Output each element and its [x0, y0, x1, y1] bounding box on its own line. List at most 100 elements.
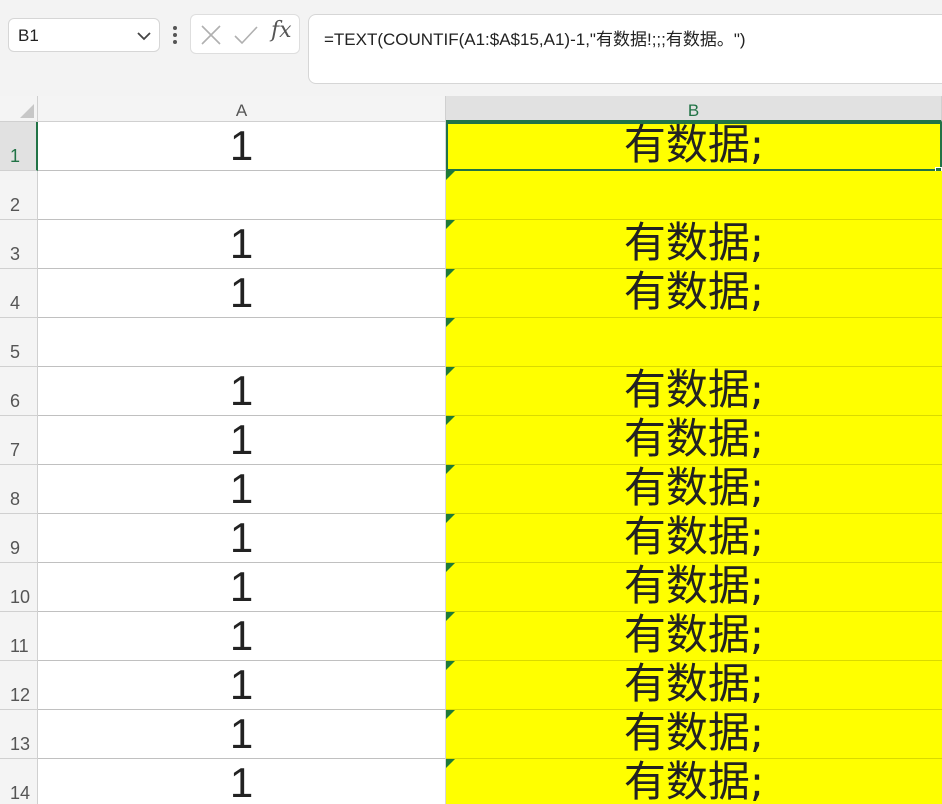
- error-indicator-icon[interactable]: [446, 661, 455, 670]
- cell-a[interactable]: 1: [38, 269, 446, 318]
- cancel-icon[interactable]: [199, 23, 223, 47]
- row-number: 8: [10, 489, 21, 509]
- row-header[interactable]: 1: [0, 122, 38, 171]
- error-indicator-icon[interactable]: [446, 367, 455, 376]
- select-all-button[interactable]: [0, 96, 38, 122]
- row-header[interactable]: 11: [0, 612, 38, 661]
- error-indicator-icon[interactable]: [446, 563, 455, 572]
- row-header[interactable]: 3: [0, 220, 38, 269]
- row-number: 11: [10, 636, 29, 656]
- row-number: 2: [10, 195, 21, 215]
- error-indicator-icon[interactable]: [446, 465, 455, 474]
- cell-b[interactable]: [446, 171, 942, 220]
- row-number: 7: [10, 440, 21, 460]
- row-number: 6: [10, 391, 21, 411]
- chevron-down-icon[interactable]: [135, 27, 153, 45]
- row-header[interactable]: 10: [0, 563, 38, 612]
- cell-b[interactable]: 有数据;: [446, 661, 942, 710]
- table-row: 8 1 有数据;: [0, 465, 942, 514]
- error-indicator-icon[interactable]: [446, 759, 455, 768]
- cell-b-text: 有数据;: [623, 708, 765, 757]
- active-cell-b[interactable]: 有数据;: [446, 120, 942, 174]
- cell-b[interactable]: 有数据;: [446, 465, 942, 514]
- column-header-b[interactable]: B: [446, 96, 942, 122]
- cell-a[interactable]: 1: [38, 465, 446, 514]
- row-header[interactable]: 14: [0, 759, 38, 804]
- row-header[interactable]: 12: [0, 661, 38, 710]
- cell-a[interactable]: 1: [38, 514, 446, 563]
- row-header[interactable]: 7: [0, 416, 38, 465]
- cell-a[interactable]: 1: [38, 661, 446, 710]
- row-header[interactable]: 4: [0, 269, 38, 318]
- table-row: 14 1 有数据;: [0, 759, 942, 804]
- error-indicator-icon[interactable]: [446, 318, 455, 327]
- fx-icon[interactable]: fx: [271, 18, 292, 43]
- table-row: 11 1 有数据;: [0, 612, 942, 661]
- table-row: 7 1 有数据;: [0, 416, 942, 465]
- formula-text[interactable]: =TEXT(COUNTIF(A1:$A$15,A1)-1,"有数据!;;;有数据…: [324, 25, 746, 50]
- table-row: 4 1 有数据;: [0, 269, 942, 318]
- cell-b[interactable]: 有数据;: [446, 269, 942, 318]
- row-number: 13: [10, 734, 31, 754]
- cell-b-text: 有数据;: [623, 120, 765, 169]
- error-indicator-icon[interactable]: [446, 416, 455, 425]
- cell-a[interactable]: 1: [38, 710, 446, 759]
- cell-b[interactable]: 有数据;: [446, 759, 942, 804]
- cell-b-text: 有数据;: [623, 659, 765, 708]
- cell-a[interactable]: [38, 318, 446, 367]
- cell-a[interactable]: [38, 171, 446, 220]
- row-number: 3: [10, 244, 21, 264]
- table-row: 9 1 有数据;: [0, 514, 942, 563]
- row-header[interactable]: 9: [0, 514, 38, 563]
- table-row: 10 1 有数据;: [0, 563, 942, 612]
- table-row: 12 1 有数据;: [0, 661, 942, 710]
- row-number: 4: [10, 293, 21, 313]
- cell-b[interactable]: 有数据;: [446, 612, 942, 661]
- cell-a[interactable]: 1: [38, 122, 446, 171]
- cell-a[interactable]: 1: [38, 563, 446, 612]
- error-indicator-icon[interactable]: [446, 220, 455, 229]
- error-indicator-icon[interactable]: [446, 612, 455, 621]
- table-row: 2: [0, 171, 942, 220]
- cell-b-text: 有数据;: [623, 365, 765, 414]
- name-box[interactable]: B1: [8, 18, 160, 52]
- row-number: 1: [10, 146, 21, 166]
- row-header[interactable]: 8: [0, 465, 38, 514]
- table-row: 6 1 有数据;: [0, 367, 942, 416]
- row-header[interactable]: 6: [0, 367, 38, 416]
- row-header[interactable]: 13: [0, 710, 38, 759]
- error-indicator-icon[interactable]: [446, 514, 455, 523]
- cell-a[interactable]: 1: [38, 759, 446, 804]
- table-row: 13 1 有数据;: [0, 710, 942, 759]
- cell-a[interactable]: 1: [38, 220, 446, 269]
- more-options-icon[interactable]: [166, 20, 184, 50]
- error-indicator-icon[interactable]: [446, 269, 455, 278]
- cell-b[interactable]: 有数据;: [446, 220, 942, 269]
- cell-b-text: 有数据;: [623, 463, 765, 512]
- row-number: 12: [10, 685, 31, 705]
- row-header[interactable]: 5: [0, 318, 38, 367]
- formula-input[interactable]: =TEXT(COUNTIF(A1:$A$15,A1)-1,"有数据!;;;有数据…: [308, 14, 942, 84]
- table-row: 3 1 有数据;: [0, 220, 942, 269]
- error-indicator-icon[interactable]: [446, 171, 455, 180]
- cell-b[interactable]: 有数据;: [446, 514, 942, 563]
- cell-a[interactable]: 1: [38, 416, 446, 465]
- cell-b-text: 有数据;: [623, 757, 765, 804]
- cell-b[interactable]: 有数据;: [446, 710, 942, 759]
- cell-a[interactable]: 1: [38, 367, 446, 416]
- formula-bar-area: B1 fx =TEXT(COUNTIF(A1:$A$15,A1)-1,"有数据!…: [0, 0, 942, 96]
- enter-icon[interactable]: [233, 23, 259, 47]
- cell-b-text: 有数据;: [623, 512, 765, 561]
- column-header-a[interactable]: A: [38, 96, 446, 122]
- row-header[interactable]: 2: [0, 171, 38, 220]
- name-box-value[interactable]: B1: [18, 26, 39, 46]
- row-number: 5: [10, 342, 21, 362]
- table-row: 1 1 有数据;: [0, 120, 942, 174]
- cell-b[interactable]: 有数据;: [446, 416, 942, 465]
- cell-a[interactable]: 1: [38, 612, 446, 661]
- cell-b-text: 有数据;: [623, 267, 765, 316]
- cell-b[interactable]: 有数据;: [446, 367, 942, 416]
- cell-b[interactable]: [446, 318, 942, 367]
- cell-b[interactable]: 有数据;: [446, 563, 942, 612]
- error-indicator-icon[interactable]: [446, 710, 455, 719]
